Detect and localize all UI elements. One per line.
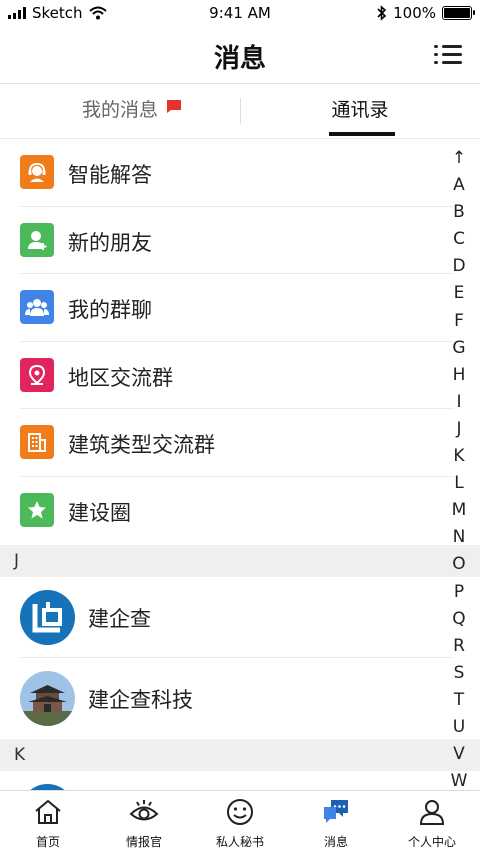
index-letter[interactable]: N (448, 524, 470, 551)
index-letter[interactable]: L (448, 470, 470, 497)
list-item-label: 地区交流群 (68, 365, 173, 390)
tab-personal-center[interactable]: 个人中心 (384, 791, 480, 853)
list-item-my-groups[interactable]: 我的群聊 (0, 274, 480, 342)
index-letter[interactable]: H (448, 362, 470, 389)
building-icon (20, 425, 54, 460)
list-item-smart-answers[interactable]: 智能解答 (0, 139, 480, 207)
index-letter[interactable]: B (448, 199, 470, 226)
alphabet-index[interactable]: ↑ A B C D E F G H I J K L M N O P Q R S … (448, 145, 470, 795)
tab-label: 通讯录 (331, 99, 389, 121)
section-header-j: J (0, 544, 480, 577)
bottom-tab-bar: 首页 情报官 私人秘书 消息 个人中心 (0, 790, 480, 853)
index-letter[interactable]: K (448, 443, 470, 470)
tab-home[interactable]: 首页 (0, 791, 96, 853)
index-letter[interactable]: D (448, 253, 470, 280)
index-letter[interactable]: U (448, 714, 470, 741)
status-right: 100% (377, 4, 475, 22)
index-letter[interactable]: V (448, 741, 470, 768)
contact-item-jianqicha[interactable]: 建企查 (0, 577, 480, 658)
index-letter[interactable]: R (448, 633, 470, 660)
index-letter[interactable]: S (448, 660, 470, 687)
tab-contacts[interactable]: 通讯录 (240, 84, 480, 138)
jianqicha-logo-avatar (20, 589, 75, 645)
contact-name: 建企查科技 (88, 687, 193, 712)
contact-item-jianqicha-tech[interactable]: 建企查科技 (0, 658, 480, 739)
new-badge-icon (167, 100, 181, 113)
battery-percent: 100% (393, 4, 436, 22)
page-title: 消息 (213, 44, 266, 74)
battery-icon (442, 6, 475, 20)
add-friend-icon (20, 222, 54, 257)
index-letter[interactable]: Q (448, 606, 470, 633)
index-letter[interactable]: O (448, 551, 470, 578)
person-icon (419, 800, 445, 825)
active-tab-indicator (329, 132, 395, 136)
segment-tabs: 我的消息 通讯录 (0, 84, 480, 139)
customer-service-icon (20, 155, 54, 189)
nav-bar: 消息 (0, 26, 480, 84)
index-letter[interactable]: G (448, 335, 470, 362)
status-bar: Sketch 9:41 AM 100% (0, 0, 480, 26)
tab-label: 首页 (35, 835, 60, 849)
section-header-k: K (0, 738, 480, 771)
index-letter[interactable]: T (448, 687, 470, 714)
list-item-building-type-groups[interactable]: 建筑类型交流群 (0, 409, 480, 477)
list-item-label: 新的朋友 (68, 230, 152, 255)
list-item-label: 我的群聊 (68, 298, 152, 323)
list-item-construction-circle[interactable]: 建设圈 (0, 477, 480, 545)
index-letter[interactable]: C (448, 226, 470, 253)
pagoda-photo-avatar (20, 670, 75, 726)
list-item-label: 建筑类型交流群 (68, 433, 215, 458)
index-letter[interactable]: E (448, 280, 470, 307)
list-item-regional-groups[interactable]: 地区交流群 (0, 342, 480, 410)
tab-label: 私人秘书 (215, 835, 264, 849)
star-icon (20, 492, 54, 527)
tab-label: 消息 (323, 835, 348, 849)
tab-intelligence[interactable]: 情报官 (96, 791, 192, 853)
list-item-label: 建设圈 (68, 500, 131, 525)
list-item-new-friends[interactable]: 新的朋友 (0, 207, 480, 275)
index-letter[interactable]: A (448, 172, 470, 199)
smiley-icon (227, 799, 253, 825)
index-letter[interactable]: J (448, 416, 470, 443)
index-letter[interactable]: I (448, 389, 470, 416)
tab-label: 情报官 (125, 835, 162, 849)
tab-my-messages[interactable]: 我的消息 (0, 84, 240, 138)
home-icon (35, 800, 61, 824)
list-item-label: 智能解答 (68, 163, 152, 187)
tab-label: 个人中心 (407, 835, 456, 849)
eye-icon (129, 800, 159, 821)
tab-private-secretary[interactable]: 私人秘书 (192, 791, 288, 853)
chat-bubbles-icon (324, 800, 348, 823)
bluetooth-icon (377, 5, 387, 21)
contacts-list: 智能解答 新的朋友 我的群聊 地区交流群 建筑类型交流群 建设圈 J 建企查 建… (0, 139, 480, 852)
index-letter[interactable]: F (448, 308, 470, 335)
menu-icon[interactable] (434, 43, 462, 67)
group-chat-icon (20, 290, 54, 325)
index-top-arrow[interactable]: ↑ (448, 145, 470, 172)
index-letter[interactable]: P (448, 579, 470, 606)
index-letter[interactable]: M (448, 497, 470, 524)
tab-messages[interactable]: 消息 (288, 791, 384, 853)
location-pin-icon (20, 357, 54, 392)
contact-name: 建企查 (88, 606, 151, 631)
tab-label: 我的消息 (81, 99, 158, 121)
